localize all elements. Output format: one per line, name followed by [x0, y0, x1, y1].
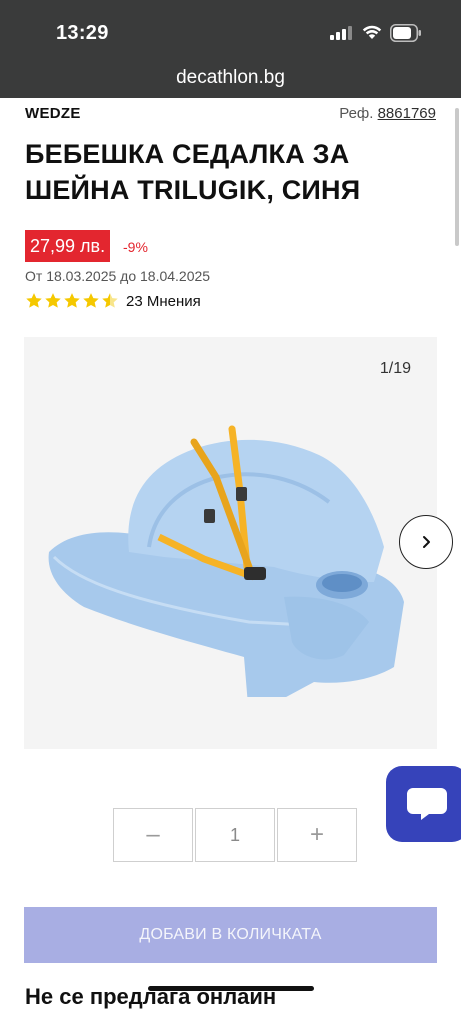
gallery-counter: 1/19: [379, 360, 411, 377]
star-icon: [26, 293, 42, 308]
reviews-count: 23 Мнения: [126, 292, 201, 310]
star-icon: [83, 293, 99, 308]
battery-icon: [390, 24, 421, 42]
price-badge: 27,99 лв.: [25, 230, 111, 262]
product-title: БЕБЕШКА СЕДАЛКА ЗА ШЕЙНА TRILUGIK, СИНЯ: [25, 139, 361, 205]
home-indicator[interactable]: [148, 986, 314, 991]
discount-percent: -9%: [123, 239, 148, 255]
product-reference: Реф. 8861769: [339, 105, 436, 122]
chat-button[interactable]: [386, 766, 461, 842]
browser-top-bar: 13:29 decathlon.bg: [0, 0, 461, 98]
star-icon: [45, 293, 61, 308]
status-time: 13:29: [56, 22, 109, 44]
cellular-signal-icon: [330, 26, 352, 40]
promo-dates: От 18.03.2025 до 18.04.2025: [25, 268, 211, 284]
rating-summary[interactable]: 23 Мнения: [25, 291, 201, 311]
quantity-stepper: – 1 +: [113, 808, 357, 862]
quantity-value: 1: [229, 824, 240, 845]
product-brand: WEDZE: [25, 105, 81, 122]
star-icon: [64, 293, 80, 308]
minus-icon: –: [146, 821, 160, 848]
rating-stars: [25, 292, 120, 310]
wifi-icon: [362, 25, 382, 39]
add-to-cart-button[interactable]: ДОБАВИ В КОЛИЧКАТА: [24, 907, 437, 963]
plus-icon: +: [309, 821, 324, 848]
quantity-decrease-button[interactable]: –: [113, 808, 193, 862]
product-gallery[interactable]: 1/19: [24, 337, 437, 749]
page-scrollbar[interactable]: [455, 108, 459, 246]
chevron-right-icon: [423, 536, 430, 548]
address-bar-url[interactable]: decathlon.bg: [0, 67, 461, 89]
product-image: [48, 425, 404, 697]
half-star-icon: [102, 293, 118, 308]
quantity-input[interactable]: 1: [195, 808, 275, 862]
quantity-increase-button[interactable]: +: [277, 808, 357, 862]
reference-number[interactable]: 8861769: [378, 105, 436, 122]
chat-bubble-icon: [407, 788, 447, 820]
reference-label: Реф.: [339, 105, 374, 122]
gallery-next-button[interactable]: [399, 515, 453, 569]
